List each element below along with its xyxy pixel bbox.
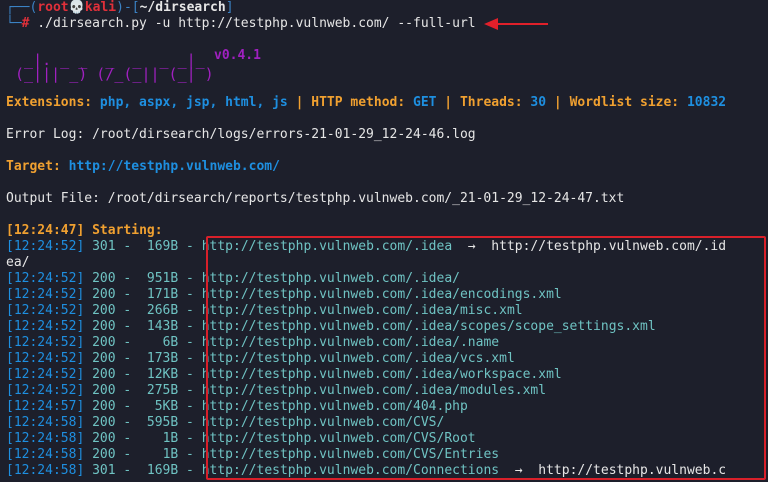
prompt-user: root [37, 0, 69, 15]
row-size: 143B [146, 319, 179, 334]
row-size: 275B [146, 383, 179, 398]
method-value: GET [413, 95, 437, 110]
row-size: 5KB [154, 399, 179, 414]
row-status-code: 200 [92, 399, 116, 414]
row-status-code: 200 [92, 447, 116, 462]
starting-timestamp: [12:24:47] [6, 223, 85, 238]
row-timestamp: [12:24:52] [6, 351, 85, 366]
row-status-code: 200 [92, 271, 116, 286]
row-timestamp: [12:24:58] [6, 415, 85, 430]
ext-value: php, aspx, jsp, html, js [99, 95, 288, 110]
result-row: ea/ [6, 255, 29, 271]
row-timestamp: [12:24:52] [6, 367, 85, 382]
separator: | [436, 95, 460, 110]
row-status-code: 301 [92, 463, 116, 478]
separator: | [287, 95, 312, 110]
row-size: 169B [146, 239, 179, 254]
row-size: 1B [162, 431, 179, 446]
prompt-open: ┌──( [6, 0, 38, 15]
ext-label: Extensions: [6, 95, 100, 110]
prompt-path: ~/dirsearch [139, 0, 226, 15]
wordlist-value: 10832 [686, 95, 727, 110]
row-timestamp: [12:24:58] [6, 447, 85, 462]
error-log-line: Error Log: /root/dirsearch/logs/errors-2… [6, 127, 476, 142]
row-status-code: 200 [92, 287, 116, 302]
starting-line: [12:24:47] Starting: [6, 223, 163, 239]
row-status-code: 200 [92, 351, 116, 366]
row-timestamp: [12:24:52] [6, 319, 85, 334]
threads-value: 30 [530, 95, 547, 110]
prompt-prefix: └─ [6, 16, 22, 31]
row-size: 1B [162, 447, 179, 462]
row-timestamp: [12:24:57] [6, 399, 85, 414]
row-size: 595B [146, 415, 179, 430]
row-timestamp: [12:24:58] [6, 431, 85, 446]
command-text: ./dirsearch.py -u http://testphp.vulnweb… [29, 16, 476, 31]
row-size: 171B [146, 287, 179, 302]
row-size: 169B [146, 463, 179, 478]
row-status-code: 200 [92, 383, 116, 398]
target-label: Target: [6, 159, 69, 174]
threads-label: Threads: [459, 95, 531, 110]
config-line: Extensions: php, aspx, jsp, html, js | H… [6, 95, 726, 111]
starting-label: Starting: [84, 223, 163, 238]
row-timestamp: [12:24:52] [6, 239, 85, 254]
row-timestamp: [12:24:52] [6, 383, 85, 398]
command-line[interactable]: └─# ./dirsearch.py -u http://testphp.vul… [6, 16, 476, 32]
prompt-line: ┌──(root💀kali)-[~/dirsearch] [6, 0, 234, 16]
row-status-code: 301 [92, 239, 116, 254]
target-line: Target: http://testphp.vulnweb.com/ [6, 159, 280, 175]
row-size: 173B [146, 351, 179, 366]
version-label: v0.4.1 [214, 48, 261, 63]
row-size: 951B [146, 271, 179, 286]
row-timestamp: [12:24:52] [6, 287, 85, 302]
row-timestamp: [12:24:58] [6, 463, 85, 478]
row-status-code: 200 [92, 319, 116, 334]
highlight-box [206, 236, 766, 480]
prompt-close: ] [225, 0, 234, 15]
row-timestamp: [12:24:52] [6, 271, 85, 286]
row-timestamp: [12:24:52] [6, 335, 85, 350]
prompt-mid: )-[ [116, 0, 140, 15]
row-status-code: 200 [92, 335, 116, 350]
separator: | [546, 95, 570, 110]
target-value: http://testphp.vulnweb.com/ [68, 159, 280, 174]
row-status-code: 200 [92, 367, 116, 382]
row-timestamp: [12:24:52] [6, 303, 85, 318]
row-status-code: 200 [92, 415, 116, 430]
wordlist-label: Wordlist size: [569, 95, 687, 110]
row-redirect: ea/ [6, 255, 30, 270]
row-status-code: 200 [92, 431, 116, 446]
prompt-host: kali [84, 0, 117, 15]
annotation-arrow-icon [484, 18, 548, 30]
row-size: 6B [162, 335, 179, 350]
logo-line-2: (_||| _) (/_(_|| (_| ) [6, 65, 214, 83]
skull-icon: 💀 [68, 0, 85, 15]
method-label: HTTP method: [311, 95, 413, 110]
row-status-code: 200 [92, 303, 116, 318]
output-file-line: Output File: /root/dirsearch/reports/tes… [6, 191, 625, 206]
row-size: 266B [146, 303, 179, 318]
row-size: 12KB [146, 367, 179, 382]
